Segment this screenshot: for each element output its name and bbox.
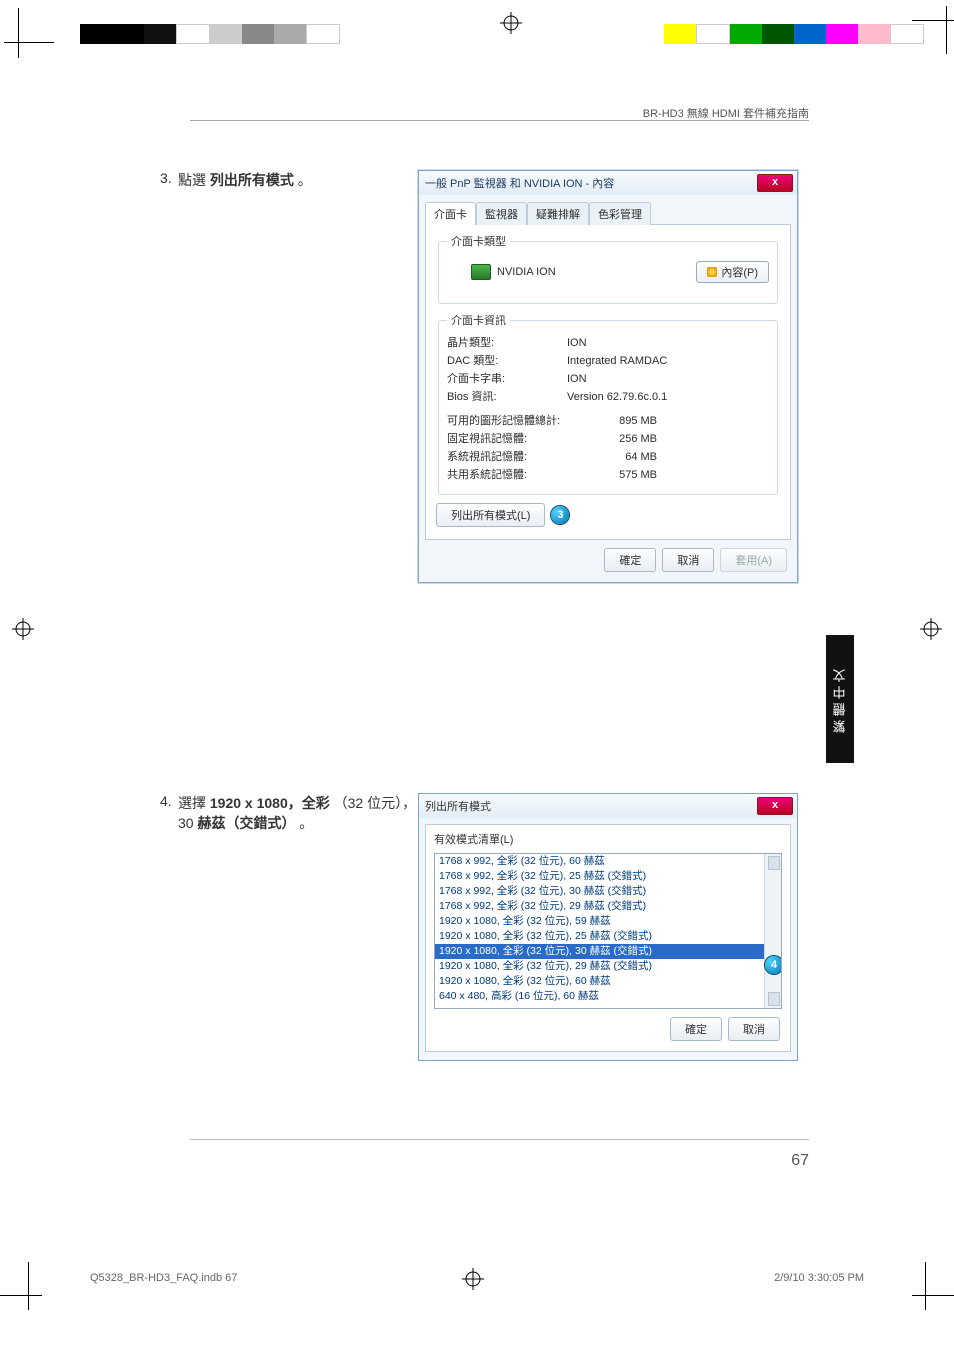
step-3-bold: 列出所有模式 [210,172,294,188]
step-4-bold2: 赫茲（交錯式） [197,815,295,831]
crop-mark-tl [4,8,34,58]
group-adapter-info: 介面卡資訊 晶片類型:ION DAC 類型:Integrated RAMDAC … [438,312,778,495]
display-adapter-dialog: 一般 PnP 監視器 和 NVIDIA ION - 內容 x 介面卡 監視器 疑… [418,170,798,583]
info-dac-type-k: DAC 類型: [447,352,567,370]
step-3-suffix: 。 [298,172,312,188]
info-adapter-str-k: 介面卡字串: [447,370,567,388]
print-footer-right: 2/9/10 3:30:05 PM [774,1272,864,1284]
list-item[interactable]: 1920 x 1080, 全彩 (32 位元), 59 赫茲 [435,914,781,929]
list-item[interactable]: 640 x 480, 高彩 (16 位元), 60 赫茲 [435,989,781,1004]
callout-3: 3 [551,506,569,524]
dialog2-panel: 有效模式清單(L) 1768 x 992, 全彩 (32 位元), 60 赫茲 … [425,824,791,1052]
step-3-prefix: 點選 [178,172,210,188]
info-bios-v: Version 62.79.6c.0.1 [567,388,667,406]
step-4-bold1: 1920 x 1080，全彩 [210,795,330,811]
mem-shared-k: 共用系統記憶體: [447,466,597,484]
registration-mark-right [920,618,942,640]
dialog1-title-suffix: - 內容 [586,178,615,190]
mem-shared-v: 575 MB [597,466,657,484]
mem-fixed-k: 固定視訊記憶體: [447,430,597,448]
language-tab: 繁體中文 [826,635,854,763]
print-footer-left: Q5328_BR-HD3_FAQ.indb 67 [90,1272,237,1284]
info-bios-k: Bios 資訊: [447,388,567,406]
list-item-selected[interactable]: 1920 x 1080, 全彩 (32 位元), 30 赫茲 (交錯式) [435,944,781,959]
callout-4: 4 [765,956,782,974]
dialog1-close-button[interactable]: x [757,174,793,192]
step-4-number: 4. [160,793,178,1061]
list-item[interactable]: 1768 x 992, 全彩 (32 位元), 25 赫茲 (交錯式) [435,869,781,884]
adapter-name-label: NVIDIA ION [497,266,556,278]
registration-mark-left [12,618,34,640]
tab-color[interactable]: 色彩管理 [589,202,651,225]
mem-sys-k: 系統視訊記憶體: [447,448,597,466]
crop-mark-bl [0,1262,42,1310]
info-chip-type-k: 晶片類型: [447,334,567,352]
mem-total-v: 895 MB [597,412,657,430]
step-4-suffix: 。 [299,815,313,831]
mode-listbox[interactable]: 1768 x 992, 全彩 (32 位元), 60 赫茲 1768 x 992… [434,853,782,1009]
group-adapter-type-legend: 介面卡類型 [447,233,510,249]
mode-list-label: 有效模式清單(L) [426,825,790,849]
list-item[interactable]: 1920 x 1080, 全彩 (32 位元), 29 赫茲 (交錯式) [435,959,781,974]
crop-mark-tr [912,6,954,54]
list-all-modes-dialog: 列出所有模式 x 有效模式清單(L) 1768 x 992, 全彩 (32 位元… [418,793,798,1061]
step-4: 4. 選擇 1920 x 1080，全彩 （32 位元），30 赫茲（交錯式） … [160,793,809,1061]
step-3-text: 點選 列出所有模式 。 [178,170,418,583]
step-4-prefix: 選擇 [178,795,210,811]
tab-adapter[interactable]: 介面卡 [425,202,476,225]
dialog1-tabs: 介面卡 監視器 疑難排解 色彩管理 [419,195,797,224]
dialog1-panel: 介面卡類型 NVIDIA ION 內容(P) 介面卡資訊 晶片類型:ION DA… [425,224,791,540]
color-strip-right [664,24,924,44]
info-chip-type-v: ION [567,334,587,352]
doc-running-header: BR-HD3 無線 HDMI 套件補充指南 [643,105,809,121]
info-dac-type-v: Integrated RAMDAC [567,352,667,370]
registration-mark-bottom [462,1268,484,1290]
footer-rule [190,1139,809,1140]
dialog2-close-button[interactable]: x [757,797,793,815]
group-adapter-info-legend: 介面卡資訊 [447,312,510,328]
crop-mark-br [912,1262,954,1310]
header-rule [190,120,809,121]
dialog1-cancel-button[interactable]: 取消 [662,548,714,572]
info-adapter-str-v: ION [567,370,587,388]
group-adapter-type: 介面卡類型 NVIDIA ION 內容(P) [438,233,778,304]
step-4-text: 選擇 1920 x 1080，全彩 （32 位元），30 赫茲（交錯式） 。 [178,793,418,1061]
dialog2-cancel-button[interactable]: 取消 [728,1017,780,1041]
mem-fixed-v: 256 MB [597,430,657,448]
mem-sys-v: 64 MB [597,448,657,466]
properties-button[interactable]: 內容(P) [696,261,769,283]
page-content: 3. 點選 列出所有模式 。 一般 PnP 監視器 和 NVIDIA ION -… [160,170,809,1150]
registration-mark-top [500,12,522,34]
listbox-scrollbar[interactable] [764,854,781,1008]
dialog1-titlebar[interactable]: 一般 PnP 監視器 和 NVIDIA ION - 內容 x [419,171,797,195]
dialog1-ok-button[interactable]: 確定 [604,548,656,572]
step-3: 3. 點選 列出所有模式 。 一般 PnP 監視器 和 NVIDIA ION -… [160,170,809,583]
dialog1-apply-button: 套用(A) [720,548,787,572]
tab-troubleshoot[interactable]: 疑難排解 [527,202,589,225]
step-3-number: 3. [160,170,178,583]
print-registration-top [60,24,944,50]
color-strip-left [80,24,340,44]
list-item[interactable]: 1768 x 992, 全彩 (32 位元), 30 赫茲 (交錯式) [435,884,781,899]
list-all-modes-button[interactable]: 列出所有模式(L) [436,503,545,527]
dialog2-titlebar[interactable]: 列出所有模式 x [419,794,797,818]
list-item[interactable]: 1920 x 1080, 全彩 (32 位元), 60 赫茲 [435,974,781,989]
list-item[interactable]: 1920 x 1080, 全彩 (32 位元), 25 赫茲 (交錯式) [435,929,781,944]
dialog1-title-prefix: 一般 PnP 監視器 和 NVIDIA ION [425,178,583,190]
dialog2-ok-button[interactable]: 確定 [670,1017,722,1041]
dialog2-title: 列出所有模式 [425,801,491,813]
tab-monitor[interactable]: 監視器 [476,202,527,225]
mem-total-k: 可用的圖形記憶體總計: [447,412,597,430]
list-item[interactable]: 1768 x 992, 全彩 (32 位元), 60 赫茲 [435,854,781,869]
list-item[interactable]: 1768 x 992, 全彩 (32 位元), 29 赫茲 (交錯式) [435,899,781,914]
page-number: 67 [791,1152,809,1170]
adapter-chip-icon [471,264,491,280]
